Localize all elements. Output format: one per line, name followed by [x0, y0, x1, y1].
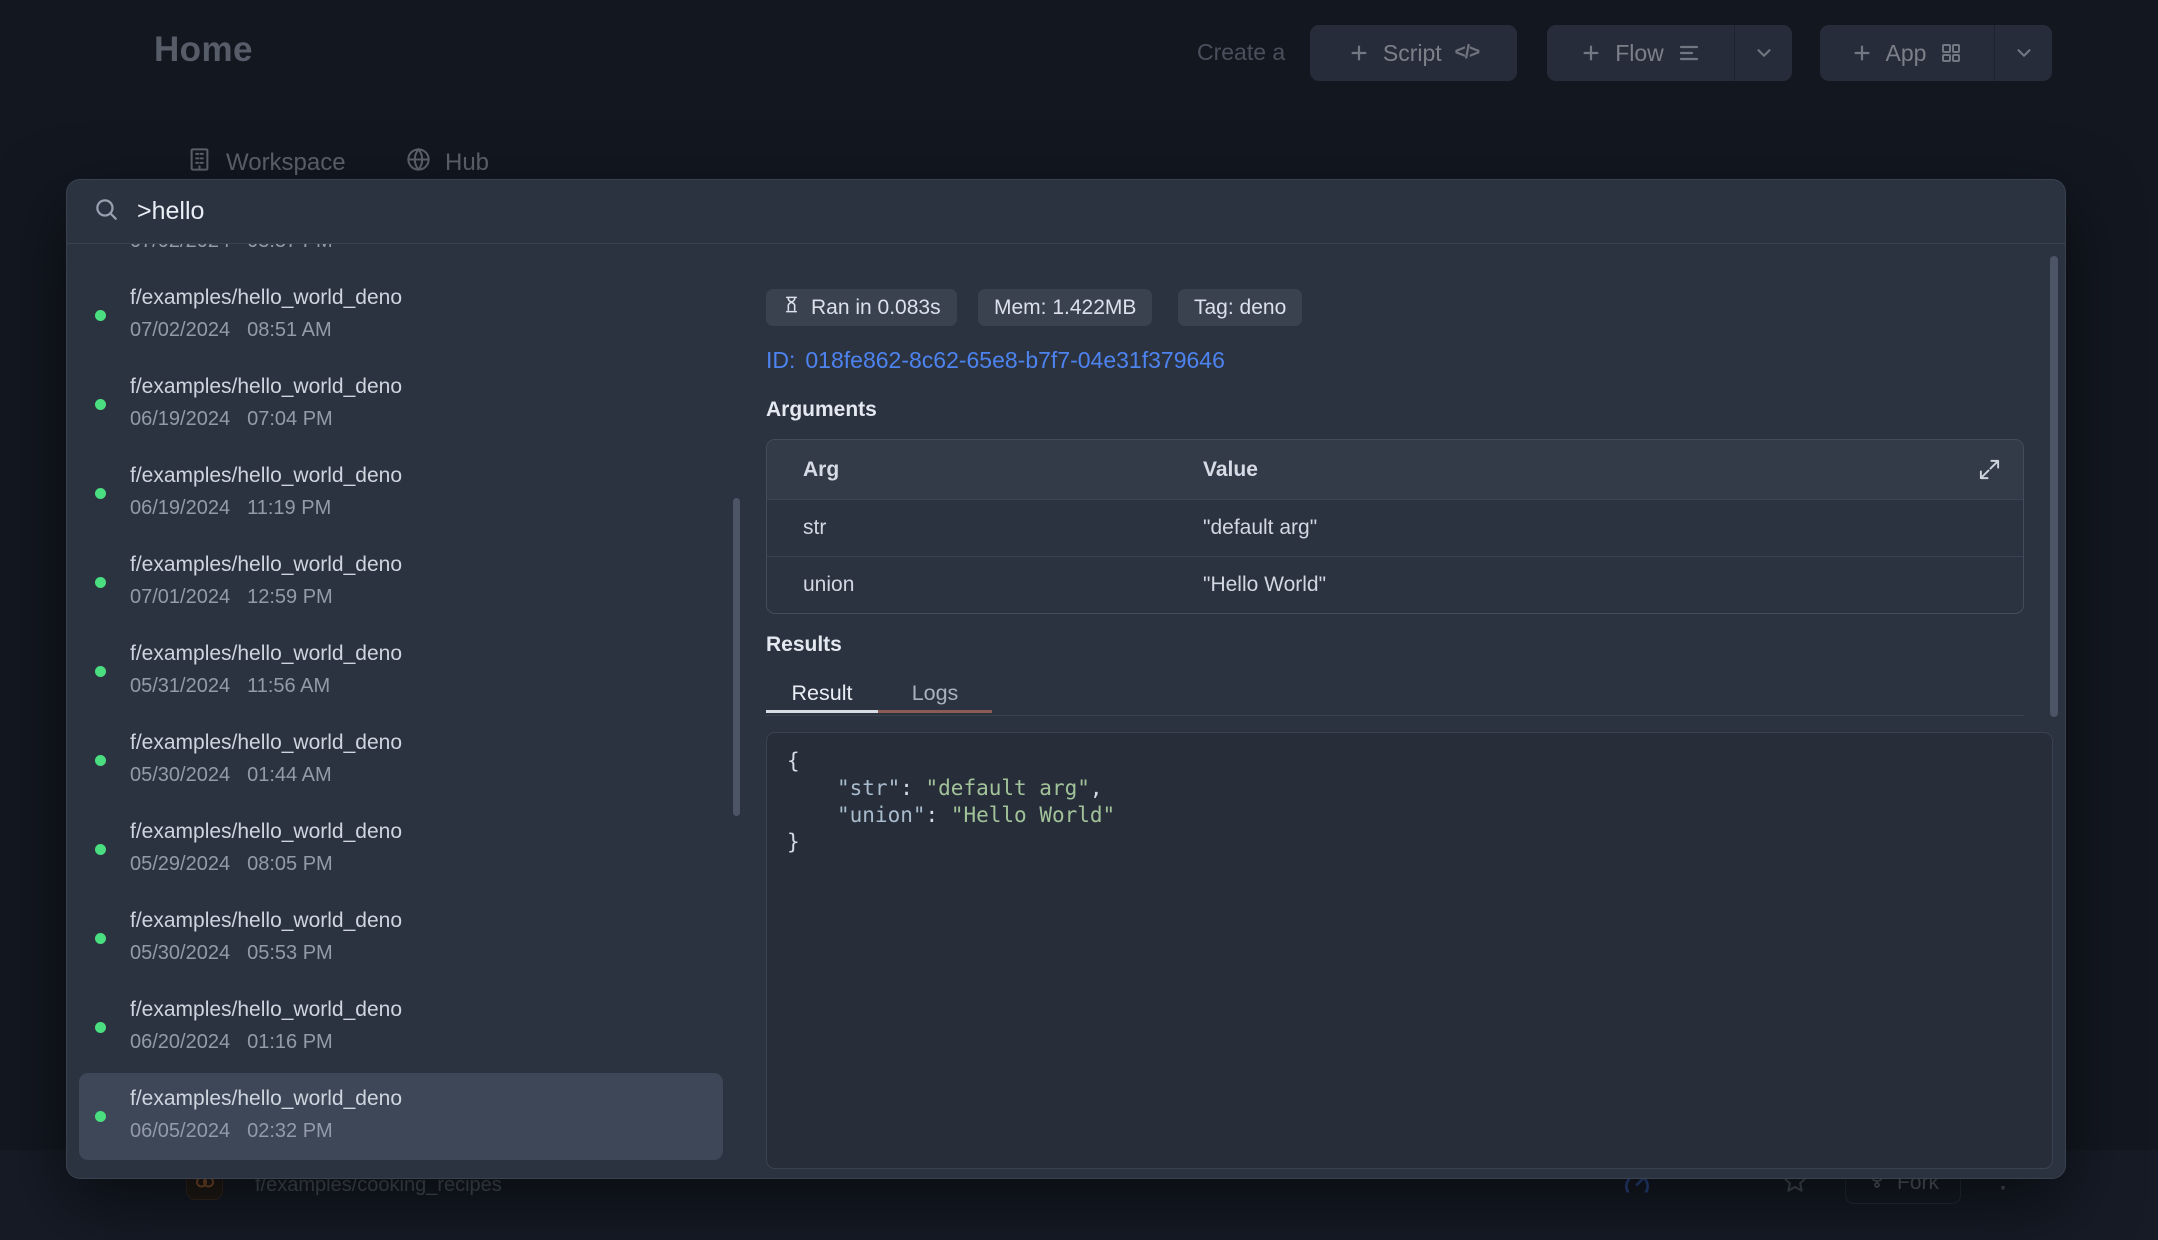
status-dot-icon	[95, 1022, 106, 1033]
run-list-item[interactable]: f/examples/hello_world_deno 05/30/2024 05…	[67, 894, 739, 983]
tabs-separator	[766, 715, 2024, 716]
json-key: "union"	[837, 803, 926, 827]
tab-result[interactable]: Result	[766, 676, 878, 713]
run-id-label: ID:	[766, 347, 795, 374]
run-list-item-selected[interactable]: f/examples/hello_world_deno 06/05/2024 02…	[67, 1072, 739, 1161]
search-input[interactable]	[137, 197, 2039, 226]
status-dot-icon	[95, 399, 106, 410]
run-path: f/examples/hello_world_deno	[130, 464, 402, 488]
run-list-item[interactable]: f/examples/hello_world_deno 06/20/2024 01…	[67, 983, 739, 1072]
run-time: 02:32 PM	[247, 1120, 333, 1143]
tag-badge: Tag: deno	[1178, 289, 1302, 326]
run-date: 05/30/2024	[130, 942, 230, 965]
run-list-item[interactable]: f/examples/hello_world_deno 05/29/2024 08…	[67, 805, 739, 894]
run-time: 11:56 AM	[247, 675, 330, 698]
search-icon	[93, 196, 119, 227]
arguments-table-header: Arg Value	[767, 440, 2023, 499]
run-date: 05/30/2024	[130, 764, 230, 787]
results-title: Results	[766, 633, 842, 657]
run-date: 06/19/2024	[130, 497, 230, 520]
status-dot-icon	[95, 488, 106, 499]
run-time: 05:53 PM	[247, 942, 333, 965]
run-list: f/examples/hello_world_deno 07/02/2024 03…	[67, 244, 739, 1179]
status-dot-icon	[95, 666, 106, 677]
detail-scrollbar[interactable]	[2050, 256, 2058, 717]
run-date: 07/02/2024	[130, 244, 230, 253]
run-path: f/examples/hello_world_deno	[130, 286, 402, 310]
run-list-scrollbar[interactable]	[733, 498, 740, 816]
json-value: "Hello World"	[951, 803, 1115, 827]
run-time: 03:37 PM	[247, 244, 333, 253]
status-dot-icon	[95, 844, 106, 855]
result-json-viewer: { "str": "default arg", "union": "Hello …	[766, 732, 2053, 1169]
tag-text: Tag: deno	[1194, 296, 1286, 320]
run-path: f/examples/hello_world_deno	[130, 909, 402, 933]
arg-value: "default arg"	[1203, 516, 2023, 540]
json-key: "str"	[837, 776, 900, 800]
status-dot-icon	[95, 310, 106, 321]
memory-text: Mem: 1.422MB	[994, 296, 1136, 320]
run-path: f/examples/hello_world_deno	[130, 998, 402, 1022]
run-id-link[interactable]: ID: 018fe862-8c62-65e8-b7f7-04e31f379646	[766, 347, 1225, 374]
expand-icon[interactable]	[1978, 458, 2023, 481]
arguments-table: Arg Value str "default arg" union "Hello…	[766, 439, 2024, 614]
run-time: 12:59 PM	[247, 586, 333, 609]
run-list-item[interactable]: f/examples/hello_world_deno 05/30/2024 01…	[67, 716, 739, 805]
status-dot-icon	[95, 577, 106, 588]
json-value: "default arg"	[926, 776, 1090, 800]
duration-text: Ran in 0.083s	[811, 296, 941, 320]
run-list-item[interactable]: f/examples/hello_world_deno 07/01/2024 12…	[67, 538, 739, 627]
arg-name: str	[767, 516, 1203, 540]
run-path: f/examples/hello_world_deno	[130, 642, 402, 666]
json-brace: }	[787, 830, 800, 854]
run-list-item[interactable]: f/examples/hello_world_deno 07/02/2024 08…	[67, 271, 739, 360]
run-time: 01:44 AM	[247, 764, 332, 787]
arg-value: "Hello World"	[1203, 573, 2023, 597]
run-time: 11:19 PM	[247, 497, 331, 520]
tab-logs[interactable]: Logs	[878, 676, 992, 713]
run-date: 06/19/2024	[130, 408, 230, 431]
global-search-modal: f/examples/hello_world_deno 07/02/2024 03…	[66, 179, 2066, 1179]
col-arg-header: Arg	[767, 458, 1203, 482]
arguments-title: Arguments	[766, 398, 877, 422]
run-path: f/examples/hello_world_deno	[130, 820, 402, 844]
status-dot-icon	[95, 1111, 106, 1122]
run-time: 07:04 PM	[247, 408, 333, 431]
run-date: 06/05/2024	[130, 1120, 230, 1143]
run-path: f/examples/hello_world_deno	[130, 553, 402, 577]
screen: Home Create a Script </> Flow App	[0, 0, 2158, 1240]
run-date: 05/31/2024	[130, 675, 230, 698]
run-list-item[interactable]: f/examples/hello_world_deno 05/31/2024 11…	[67, 627, 739, 716]
run-path: f/examples/hello_world_deno	[130, 1087, 402, 1111]
run-path: f/examples/hello_world_deno	[130, 375, 402, 399]
run-id-value: 018fe862-8c62-65e8-b7f7-04e31f379646	[805, 347, 1224, 374]
table-row: str "default arg"	[767, 499, 2023, 556]
run-date: 07/02/2024	[130, 319, 230, 342]
run-path: f/examples/hello_world_deno	[130, 731, 402, 755]
run-list-item[interactable]: f/examples/hello_world_deno 06/19/2024 07…	[67, 360, 739, 449]
col-value-header: Value	[1203, 458, 1953, 482]
json-brace: {	[787, 749, 800, 773]
run-list-item[interactable]: f/examples/hello_world_deno 06/19/2024 11…	[67, 449, 739, 538]
memory-badge: Mem: 1.422MB	[978, 289, 1152, 326]
run-date: 07/01/2024	[130, 586, 230, 609]
run-time: 01:16 PM	[247, 1031, 333, 1054]
run-time: 08:51 AM	[247, 319, 332, 342]
run-time: 08:05 PM	[247, 853, 333, 876]
table-row: union "Hello World"	[767, 556, 2023, 613]
status-dot-icon	[95, 933, 106, 944]
duration-badge: Ran in 0.083s	[766, 289, 957, 326]
hourglass-icon	[782, 295, 801, 320]
status-dot-icon	[95, 755, 106, 766]
run-list-item[interactable]: f/examples/hello_world_deno 07/02/202403…	[67, 244, 739, 271]
run-date: 05/29/2024	[130, 853, 230, 876]
arg-name: union	[767, 573, 1203, 597]
run-date: 06/20/2024	[130, 1031, 230, 1054]
search-bar	[67, 180, 2065, 244]
